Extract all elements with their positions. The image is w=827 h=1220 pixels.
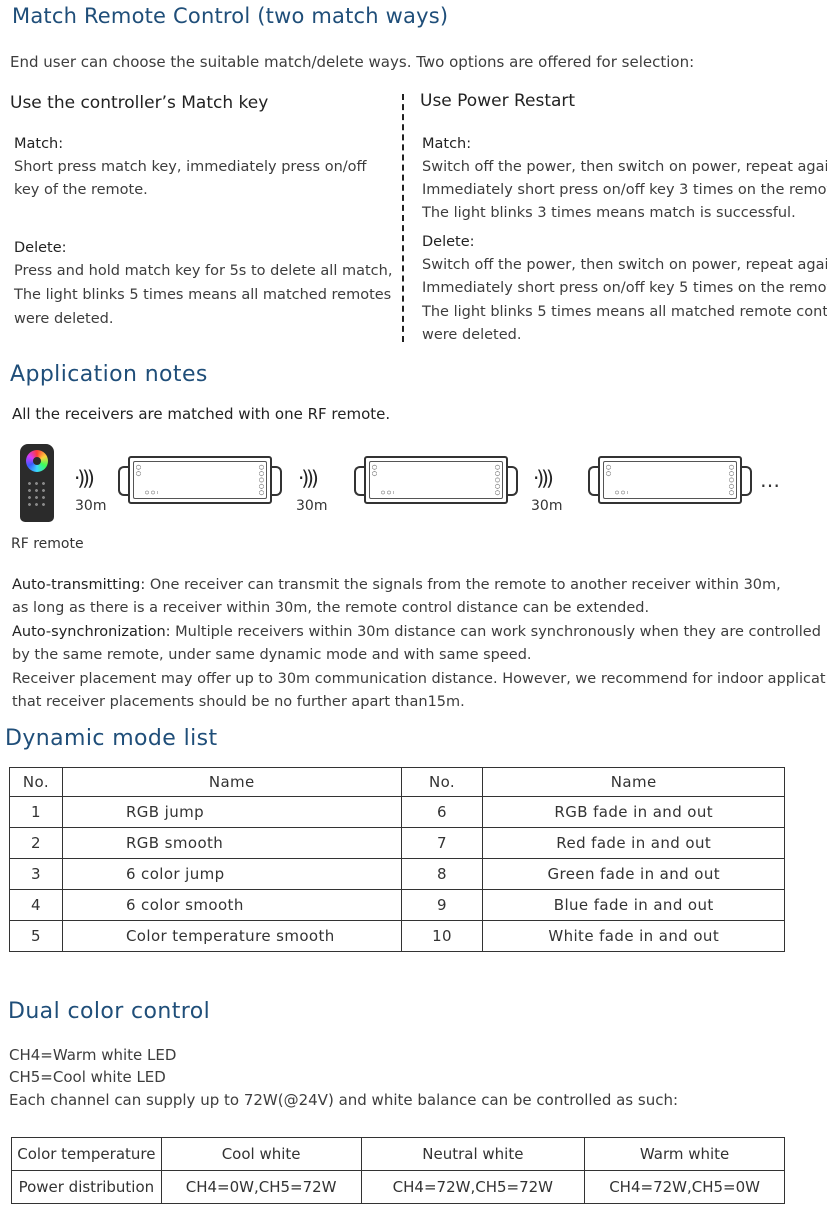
mode-name: Red fade in and out <box>482 827 785 859</box>
mode-number: 6 <box>400 796 484 828</box>
table-row: Color temperature Cool white Neutral whi… <box>11 1137 785 1171</box>
mode-number: 10 <box>400 920 484 952</box>
auto-transmitting-text: One receiver can transmit the signals fr… <box>145 577 781 593</box>
dual-color-line-3: Each channel can supply up to 72W(@24V) … <box>9 1091 679 1109</box>
auto-sync-line-2: by the same remote, under same dynamic m… <box>12 647 532 663</box>
table-row: 1 RGB jump 6 RGB fade in and out <box>9 796 785 828</box>
header-no: No. <box>9 767 63 797</box>
table-row: 5 Color temperature smooth 10 White fade… <box>9 920 785 952</box>
table-row: 3 6 color jump 8 Green fade in and out <box>9 858 785 890</box>
dual-color-line-1: CH4=Warm white LED <box>9 1046 177 1064</box>
rf-remote-icon <box>20 444 54 522</box>
right-delete-line-3: The light blinks 5 times means all match… <box>422 304 827 320</box>
auto-transmitting-line-2: as long as there is a receiver within 30… <box>12 600 650 616</box>
color-wheel-icon <box>26 450 48 472</box>
receiver-icon <box>354 456 518 504</box>
left-delete-line-3: were deleted. <box>14 311 114 327</box>
right-heading: Use Power Restart <box>420 91 576 111</box>
dynamic-mode-title: Dynamic mode list <box>5 726 218 751</box>
table-header-row: No. Name No. Name <box>9 767 785 797</box>
mode-number: 3 <box>9 858 63 890</box>
table-cell: CH4=72W,CH5=72W <box>360 1170 586 1204</box>
table-cell: Neutral white <box>360 1137 586 1171</box>
left-match-line-2: key of the remote. <box>14 182 148 198</box>
distance-label: 30m <box>75 498 107 514</box>
left-delete-label: Delete: <box>14 240 67 256</box>
match-intro: End user can choose the suitable match/d… <box>10 53 695 71</box>
receiver-icon <box>588 456 752 504</box>
rf-remote-label: RF remote <box>11 536 84 552</box>
table-cell: Cool white <box>160 1137 362 1171</box>
match-section-title: Match Remote Control (two match ways) <box>12 4 449 28</box>
mode-name: 6 color jump <box>61 858 402 890</box>
auto-sync-label: Auto-synchronization: <box>12 624 171 640</box>
right-match-line-3: The light blinks 3 times means match is … <box>422 205 796 221</box>
wireless-signal-icon: ·))) <box>298 466 319 490</box>
table-cell: CH4=72W,CH5=0W <box>584 1170 785 1204</box>
table-row: 4 6 color smooth 9 Blue fade in and out <box>9 889 785 921</box>
mode-number: 5 <box>9 920 63 952</box>
distance-label: 30m <box>296 498 328 514</box>
dynamic-mode-table: No. Name No. Name 1 RGB jump 6 RGB fade … <box>9 767 785 952</box>
mode-number: 2 <box>9 827 63 859</box>
row-header-power-distribution: Power distribution <box>11 1170 162 1204</box>
remote-keypad-icon <box>26 480 48 510</box>
right-match-line-1: Switch off the power, then switch on pow… <box>422 159 827 175</box>
right-delete-line-2: Immediately short press on/off key 5 tim… <box>422 280 827 296</box>
wireless-signal-icon: ·))) <box>74 466 95 490</box>
mode-number: 4 <box>9 889 63 921</box>
mode-name: RGB jump <box>61 796 402 828</box>
mode-name: White fade in and out <box>482 920 785 952</box>
distance-label: 30m <box>531 498 563 514</box>
application-notes-title: Application notes <box>10 362 208 387</box>
header-name: Name <box>61 767 402 797</box>
wireless-signal-icon: ·))) <box>533 466 554 490</box>
left-heading: Use the controller’s Match key <box>10 93 269 113</box>
table-row: Power distribution CH4=0W,CH5=72W CH4=72… <box>11 1170 785 1204</box>
mode-name: Green fade in and out <box>482 858 785 890</box>
table-cell: Warm white <box>584 1137 785 1171</box>
dual-color-title: Dual color control <box>8 999 211 1024</box>
placement-line-2: that receiver placements should be no fu… <box>12 694 465 710</box>
mode-name: 6 color smooth <box>61 889 402 921</box>
table-cell: CH4=0W,CH5=72W <box>160 1170 362 1204</box>
right-delete-label: Delete: <box>422 234 475 250</box>
right-delete-line-1: Switch off the power, then switch on pow… <box>422 257 827 273</box>
mode-number: 9 <box>400 889 484 921</box>
right-match-label: Match: <box>422 136 472 152</box>
mode-name: Blue fade in and out <box>482 889 785 921</box>
auto-transmitting-label: Auto-transmitting: <box>12 577 146 593</box>
column-divider <box>402 94 404 342</box>
header-no: No. <box>400 767 484 797</box>
auto-transmitting-line-1: Auto-transmitting: One receiver can tran… <box>12 574 781 597</box>
right-delete-line-4: were deleted. <box>422 327 522 343</box>
left-delete-line-2: The light blinks 5 times means all match… <box>14 287 392 303</box>
mode-number: 7 <box>400 827 484 859</box>
table-row: 2 RGB smooth 7 Red fade in and out <box>9 827 785 859</box>
dual-color-line-2: CH5=Cool white LED <box>9 1068 166 1086</box>
auto-sync-line-1: Auto-synchronization: Multiple receivers… <box>12 621 821 644</box>
mode-name: RGB fade in and out <box>482 796 785 828</box>
left-delete-line-1: Press and hold match key for 5s to delet… <box>14 263 393 279</box>
left-match-line-1: Short press match key, immediately press… <box>14 159 367 175</box>
left-match-label: Match: <box>14 136 64 152</box>
header-name: Name <box>482 767 785 797</box>
receiver-icon <box>118 456 282 504</box>
dual-color-table: Color temperature Cool white Neutral whi… <box>11 1137 785 1204</box>
mode-number: 8 <box>400 858 484 890</box>
right-match-line-2: Immediately short press on/off key 3 tim… <box>422 182 827 198</box>
row-header-color-temperature: Color temperature <box>11 1137 162 1171</box>
application-notes-subtitle: All the receivers are matched with one R… <box>12 405 391 423</box>
mode-name: RGB smooth <box>61 827 402 859</box>
more-receivers-ellipsis: … <box>760 468 781 492</box>
auto-sync-text: Multiple receivers within 30m distance c… <box>170 624 821 640</box>
mode-name: Color temperature smooth <box>61 920 402 952</box>
mode-number: 1 <box>9 796 63 828</box>
placement-line-1: Receiver placement may offer up to 30m c… <box>12 671 827 687</box>
